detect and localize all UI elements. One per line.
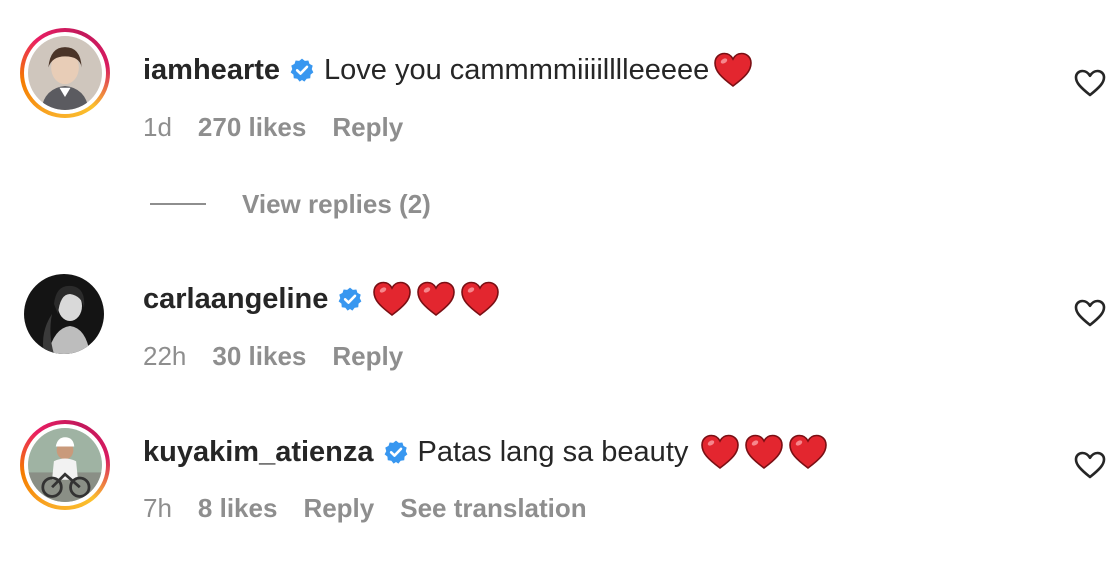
avatar — [24, 274, 104, 354]
avatar — [28, 428, 102, 502]
comment-time: 22h — [143, 341, 187, 371]
replies-divider-line — [150, 203, 206, 205]
heart-outline-icon[interactable] — [1073, 298, 1107, 328]
red-heart-emoji — [744, 434, 784, 470]
comment-text-line: kuyakim_atienza Patas lang sa beauty — [143, 434, 832, 470]
heart-outline-icon[interactable] — [1073, 68, 1107, 98]
reply-button[interactable]: Reply — [303, 492, 374, 524]
red-heart-emoji — [788, 434, 828, 470]
see-translation-button[interactable]: See translation — [400, 492, 586, 524]
verified-badge-icon — [289, 57, 315, 83]
red-heart-emoji — [713, 52, 753, 88]
avatar-story-ring[interactable] — [20, 420, 110, 510]
comment-meta: 22h 30 likes Reply — [143, 340, 429, 372]
heart-emojis — [372, 281, 504, 317]
verified-badge-icon — [383, 439, 409, 465]
red-heart-emoji — [416, 281, 456, 317]
comment-likes-count[interactable]: 270 likes — [198, 111, 306, 143]
comment-username[interactable]: iamhearte — [143, 52, 280, 88]
reply-button[interactable]: Reply — [332, 340, 403, 372]
heart-emojis — [713, 52, 757, 88]
comment-text: Patas lang sa beauty — [417, 436, 689, 468]
comment-username[interactable]: kuyakim_atienza — [143, 434, 374, 470]
reply-button[interactable]: Reply — [332, 111, 403, 143]
avatar — [28, 36, 102, 110]
red-heart-emoji — [700, 434, 740, 470]
comment-time: 7h — [143, 493, 172, 523]
avatar-story-ring[interactable] — [20, 28, 110, 118]
comment-text: Love you cammmmiiiilllleeeee — [324, 54, 710, 86]
comment-meta: 7h 8 likes Reply See translation — [143, 492, 613, 524]
comment-text-line: carlaangeline — [143, 281, 504, 317]
red-heart-emoji — [460, 281, 500, 317]
view-replies-label: View replies (2) — [242, 189, 431, 219]
red-heart-emoji — [372, 281, 412, 317]
heart-outline-icon[interactable] — [1073, 450, 1107, 480]
comment-text-line: iamhearte Love you cammmmiiiilllleeeee — [143, 52, 757, 88]
comment-likes-count[interactable]: 30 likes — [212, 340, 306, 372]
heart-emojis — [700, 434, 832, 470]
comment-time: 1d — [143, 112, 172, 142]
comment-meta: 1d 270 likes Reply — [143, 111, 429, 143]
view-replies-button[interactable]: View replies (2) — [150, 188, 431, 220]
verified-badge-icon — [337, 286, 363, 312]
comment-username[interactable]: carlaangeline — [143, 281, 328, 317]
avatar-ring[interactable] — [24, 274, 104, 354]
comment-likes-count[interactable]: 8 likes — [198, 492, 278, 524]
